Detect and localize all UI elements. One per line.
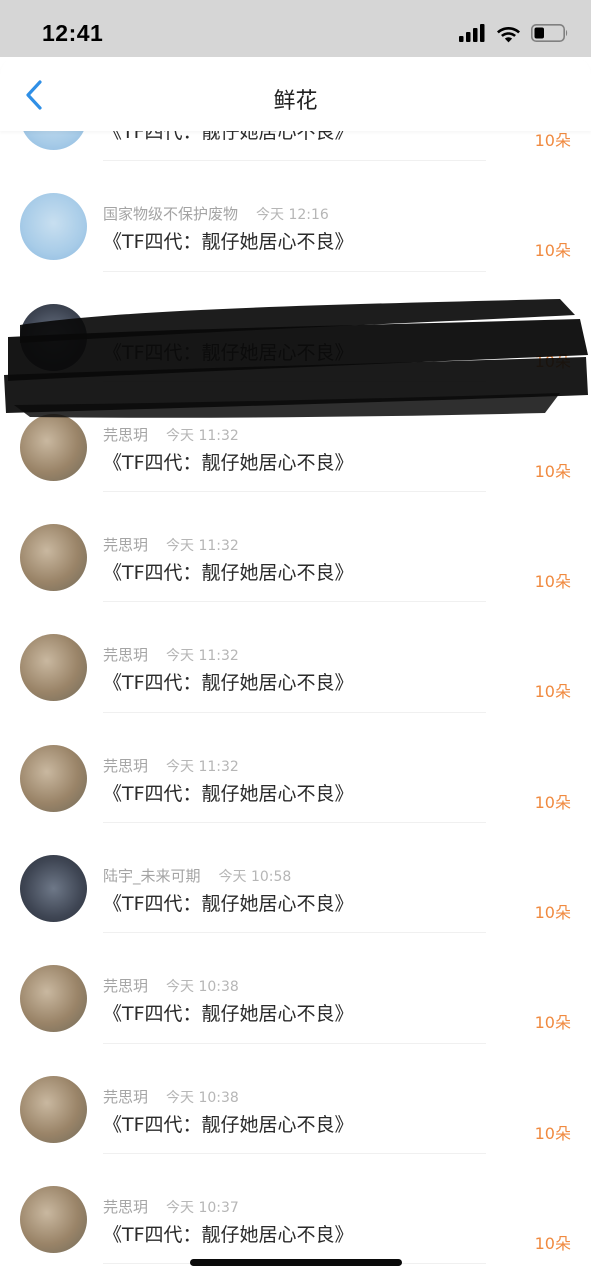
status-time: 12:41 bbox=[42, 20, 104, 46]
avatar[interactable] bbox=[20, 634, 87, 702]
flower-count: 10朵 bbox=[534, 682, 571, 702]
user-name-text: 芫思玥 bbox=[103, 536, 149, 555]
book-title: 《TF四代：靓仔她居心不良》 bbox=[103, 1003, 354, 1026]
list-item[interactable]: 国家物级不保护废物 今天 12:16 《TF四代：靓仔她居心不良》 10朵 bbox=[0, 161, 591, 272]
book-title: 《TF四代：靓仔她居心不良》 bbox=[103, 782, 354, 805]
flower-count: 10朵 bbox=[534, 572, 571, 592]
flower-count: 10朵 bbox=[534, 461, 571, 481]
user-name-text: 芫思玥 bbox=[103, 977, 149, 996]
book-title: 《TF四代：靓仔她居心不良》 bbox=[103, 1113, 354, 1136]
wifi-icon bbox=[497, 27, 520, 43]
book-title: 《TF四代：靓仔她居心不良》 bbox=[103, 672, 354, 695]
home-indicator bbox=[190, 1259, 402, 1266]
avatar[interactable] bbox=[20, 193, 87, 261]
user-name: 芫思玥 今天 10:38 bbox=[103, 975, 239, 996]
list-item[interactable]: 《TF四代：靓仔她居心不良》 10朵 bbox=[0, 272, 591, 382]
list-item[interactable]: 芫思玥 今天 11:32 《TF四代：靓仔她居心不良》 10朵 bbox=[0, 713, 591, 824]
avatar[interactable] bbox=[20, 855, 87, 923]
timestamp: 今天 10:38 bbox=[166, 979, 239, 996]
cellular-signal-icon bbox=[459, 24, 485, 42]
nav-bar: 鲜花 bbox=[0, 57, 591, 131]
timestamp: 今天 10:58 bbox=[218, 869, 292, 886]
timestamp: 今天 11:32 bbox=[166, 427, 239, 444]
user-name-text: 陆宇_未来可期 bbox=[103, 867, 201, 886]
flower-count: 10朵 bbox=[534, 903, 571, 923]
timestamp: 今天 11:32 bbox=[166, 758, 239, 775]
book-title: 《TF四代：靓仔她居心不良》 bbox=[103, 893, 354, 916]
list-item[interactable]: 芫思玥 今天 10:38 《TF四代：靓仔她居心不良》 10朵 bbox=[0, 1044, 591, 1154]
battery-icon bbox=[531, 24, 568, 42]
list-item[interactable]: 芫思玥 今天 11:32 《TF四代：靓仔她居心不良》 10朵 bbox=[0, 602, 591, 713]
flower-count: 10朵 bbox=[534, 1233, 571, 1253]
avatar[interactable] bbox=[20, 1075, 87, 1143]
list-item[interactable]: 《TF四代：靓仔她居心不良》 10朵 bbox=[0, 131, 591, 162]
user-name-text: 芫思玥 bbox=[103, 756, 149, 775]
list-item[interactable]: 陆宇_未来可期 今天 10:58 《TF四代：靓仔她居心不良》 10朵 bbox=[0, 823, 591, 934]
user-name-text: 芫思玥 bbox=[103, 646, 149, 665]
flower-count: 10朵 bbox=[534, 241, 571, 261]
user-name-text: 芫思玥 bbox=[103, 425, 149, 444]
book-title: 《TF四代：靓仔她居心不良》 bbox=[103, 231, 354, 254]
flower-record-list[interactable]: 《TF四代：靓仔她居心不良》 10朵 国家物级不保护废物 今天 12:16 《TF… bbox=[0, 131, 591, 1280]
flower-record-list-inner: 《TF四代：靓仔她居心不良》 10朵 国家物级不保护废物 今天 12:16 《TF… bbox=[0, 131, 591, 1265]
page-title: 鲜花 bbox=[273, 89, 318, 114]
list-item[interactable]: 芫思玥 今天 11:32 《TF四代：靓仔她居心不良》 10朵 bbox=[0, 382, 591, 493]
avatar[interactable] bbox=[20, 303, 87, 371]
status-bar: 12:41 bbox=[0, 0, 591, 57]
user-name: 芫思玥 今天 11:32 bbox=[103, 534, 239, 555]
timestamp: 今天 10:37 bbox=[166, 1199, 239, 1216]
user-name: 芫思玥 今天 11:32 bbox=[103, 755, 239, 776]
avatar[interactable] bbox=[20, 965, 87, 1033]
list-item[interactable]: 芫思玥 今天 10:37 《TF四代：靓仔她居心不良》 10朵 bbox=[0, 1154, 591, 1265]
avatar[interactable] bbox=[20, 744, 87, 812]
user-name-text: 国家物级不保护废物 bbox=[103, 205, 239, 224]
timestamp: 今天 12:16 bbox=[256, 207, 329, 224]
book-title: 《TF四代：靓仔她居心不良》 bbox=[103, 451, 354, 474]
user-name-text: 芫思玥 bbox=[103, 1197, 149, 1216]
flower-count: 10朵 bbox=[534, 1013, 571, 1033]
avatar[interactable] bbox=[20, 524, 87, 592]
timestamp: 今天 11:32 bbox=[166, 648, 239, 665]
timestamp: 今天 11:32 bbox=[166, 538, 239, 555]
book-title: 《TF四代：靓仔她居心不良》 bbox=[103, 1223, 354, 1246]
user-name: 芫思玥 今天 11:32 bbox=[103, 644, 239, 665]
book-title: 《TF四代：靓仔她居心不良》 bbox=[103, 341, 354, 364]
timestamp: 今天 10:38 bbox=[166, 1089, 239, 1106]
user-name bbox=[103, 314, 121, 332]
flower-count: 10朵 bbox=[534, 351, 571, 371]
avatar[interactable] bbox=[20, 131, 87, 150]
user-name: 芫思玥 今天 11:32 bbox=[103, 424, 239, 445]
user-name: 芫思玥 今天 10:37 bbox=[103, 1196, 239, 1217]
avatar[interactable] bbox=[20, 413, 87, 481]
user-name-text: 芫思玥 bbox=[103, 1087, 149, 1106]
user-name: 国家物级不保护废物 今天 12:16 bbox=[103, 203, 329, 224]
user-name: 芫思玥 今天 10:38 bbox=[103, 1086, 239, 1107]
book-title: 《TF四代：靓仔她居心不良》 bbox=[103, 131, 354, 143]
avatar[interactable] bbox=[20, 1185, 87, 1253]
user-name: 陆宇_未来可期 今天 10:58 bbox=[103, 865, 291, 886]
flower-count: 10朵 bbox=[534, 131, 571, 150]
book-title: 《TF四代：靓仔她居心不良》 bbox=[103, 562, 354, 585]
list-item[interactable]: 芫思玥 今天 11:32 《TF四代：靓仔她居心不良》 10朵 bbox=[0, 492, 591, 603]
flower-count: 10朵 bbox=[534, 1123, 571, 1143]
screen: 12:41 鲜花 《TF四代：靓仔她居心不良》 10朵 国家物级不保护废物 今天… bbox=[0, 0, 591, 1280]
flower-count: 10朵 bbox=[534, 792, 571, 812]
list-item[interactable]: 芫思玥 今天 10:38 《TF四代：靓仔她居心不良》 10朵 bbox=[0, 933, 591, 1044]
